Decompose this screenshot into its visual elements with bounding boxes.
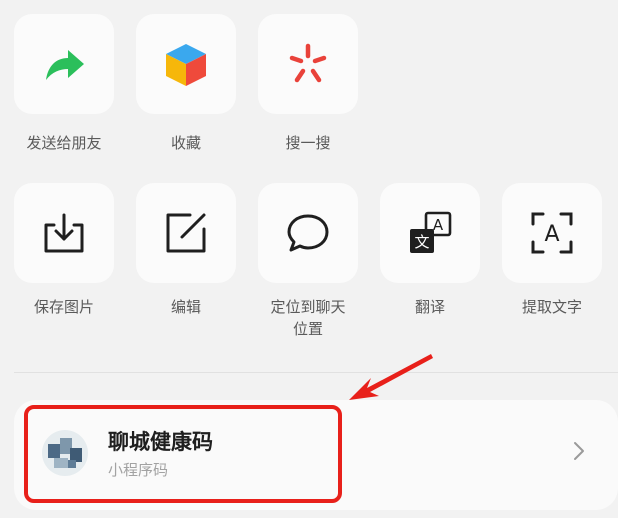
save-image-label: 保存图片: [33, 298, 94, 316]
save-image-button[interactable]: [14, 183, 114, 283]
extract-text-icon: A: [531, 212, 573, 254]
search-label: 搜一搜: [285, 134, 331, 152]
translate-label: 翻译: [414, 298, 445, 316]
annotation-arrow-icon: [349, 354, 433, 400]
locate-in-chat-label: 定位到聊天 位置: [270, 298, 346, 338]
download-icon: [44, 213, 84, 253]
chevron-right-icon[interactable]: [572, 440, 586, 462]
share-arrow-icon: [46, 50, 84, 80]
search-button[interactable]: [258, 14, 358, 114]
locate-in-chat-button[interactable]: [258, 183, 358, 283]
svg-text:A: A: [544, 222, 559, 247]
edit-icon: [166, 213, 206, 253]
favorite-label: 收藏: [170, 134, 201, 152]
translate-button[interactable]: A 文: [380, 183, 480, 283]
section-divider: [14, 372, 618, 373]
chat-bubble-icon: [287, 214, 329, 252]
search-star-icon: [289, 43, 327, 83]
favorite-button[interactable]: [136, 14, 236, 114]
edit-label: 编辑: [170, 298, 201, 316]
cube-icon: [166, 44, 206, 86]
svg-text:文: 文: [414, 233, 429, 251]
translate-icon: A 文: [410, 211, 452, 253]
send-to-friend-button[interactable]: [14, 14, 114, 114]
extract-text-button[interactable]: A: [502, 183, 602, 283]
extract-text-label: 提取文字: [521, 298, 582, 316]
edit-button[interactable]: [136, 183, 236, 283]
highlight-box: [24, 405, 342, 503]
send-to-friend-label: 发送给朋友: [26, 134, 102, 152]
svg-text:A: A: [433, 216, 444, 234]
